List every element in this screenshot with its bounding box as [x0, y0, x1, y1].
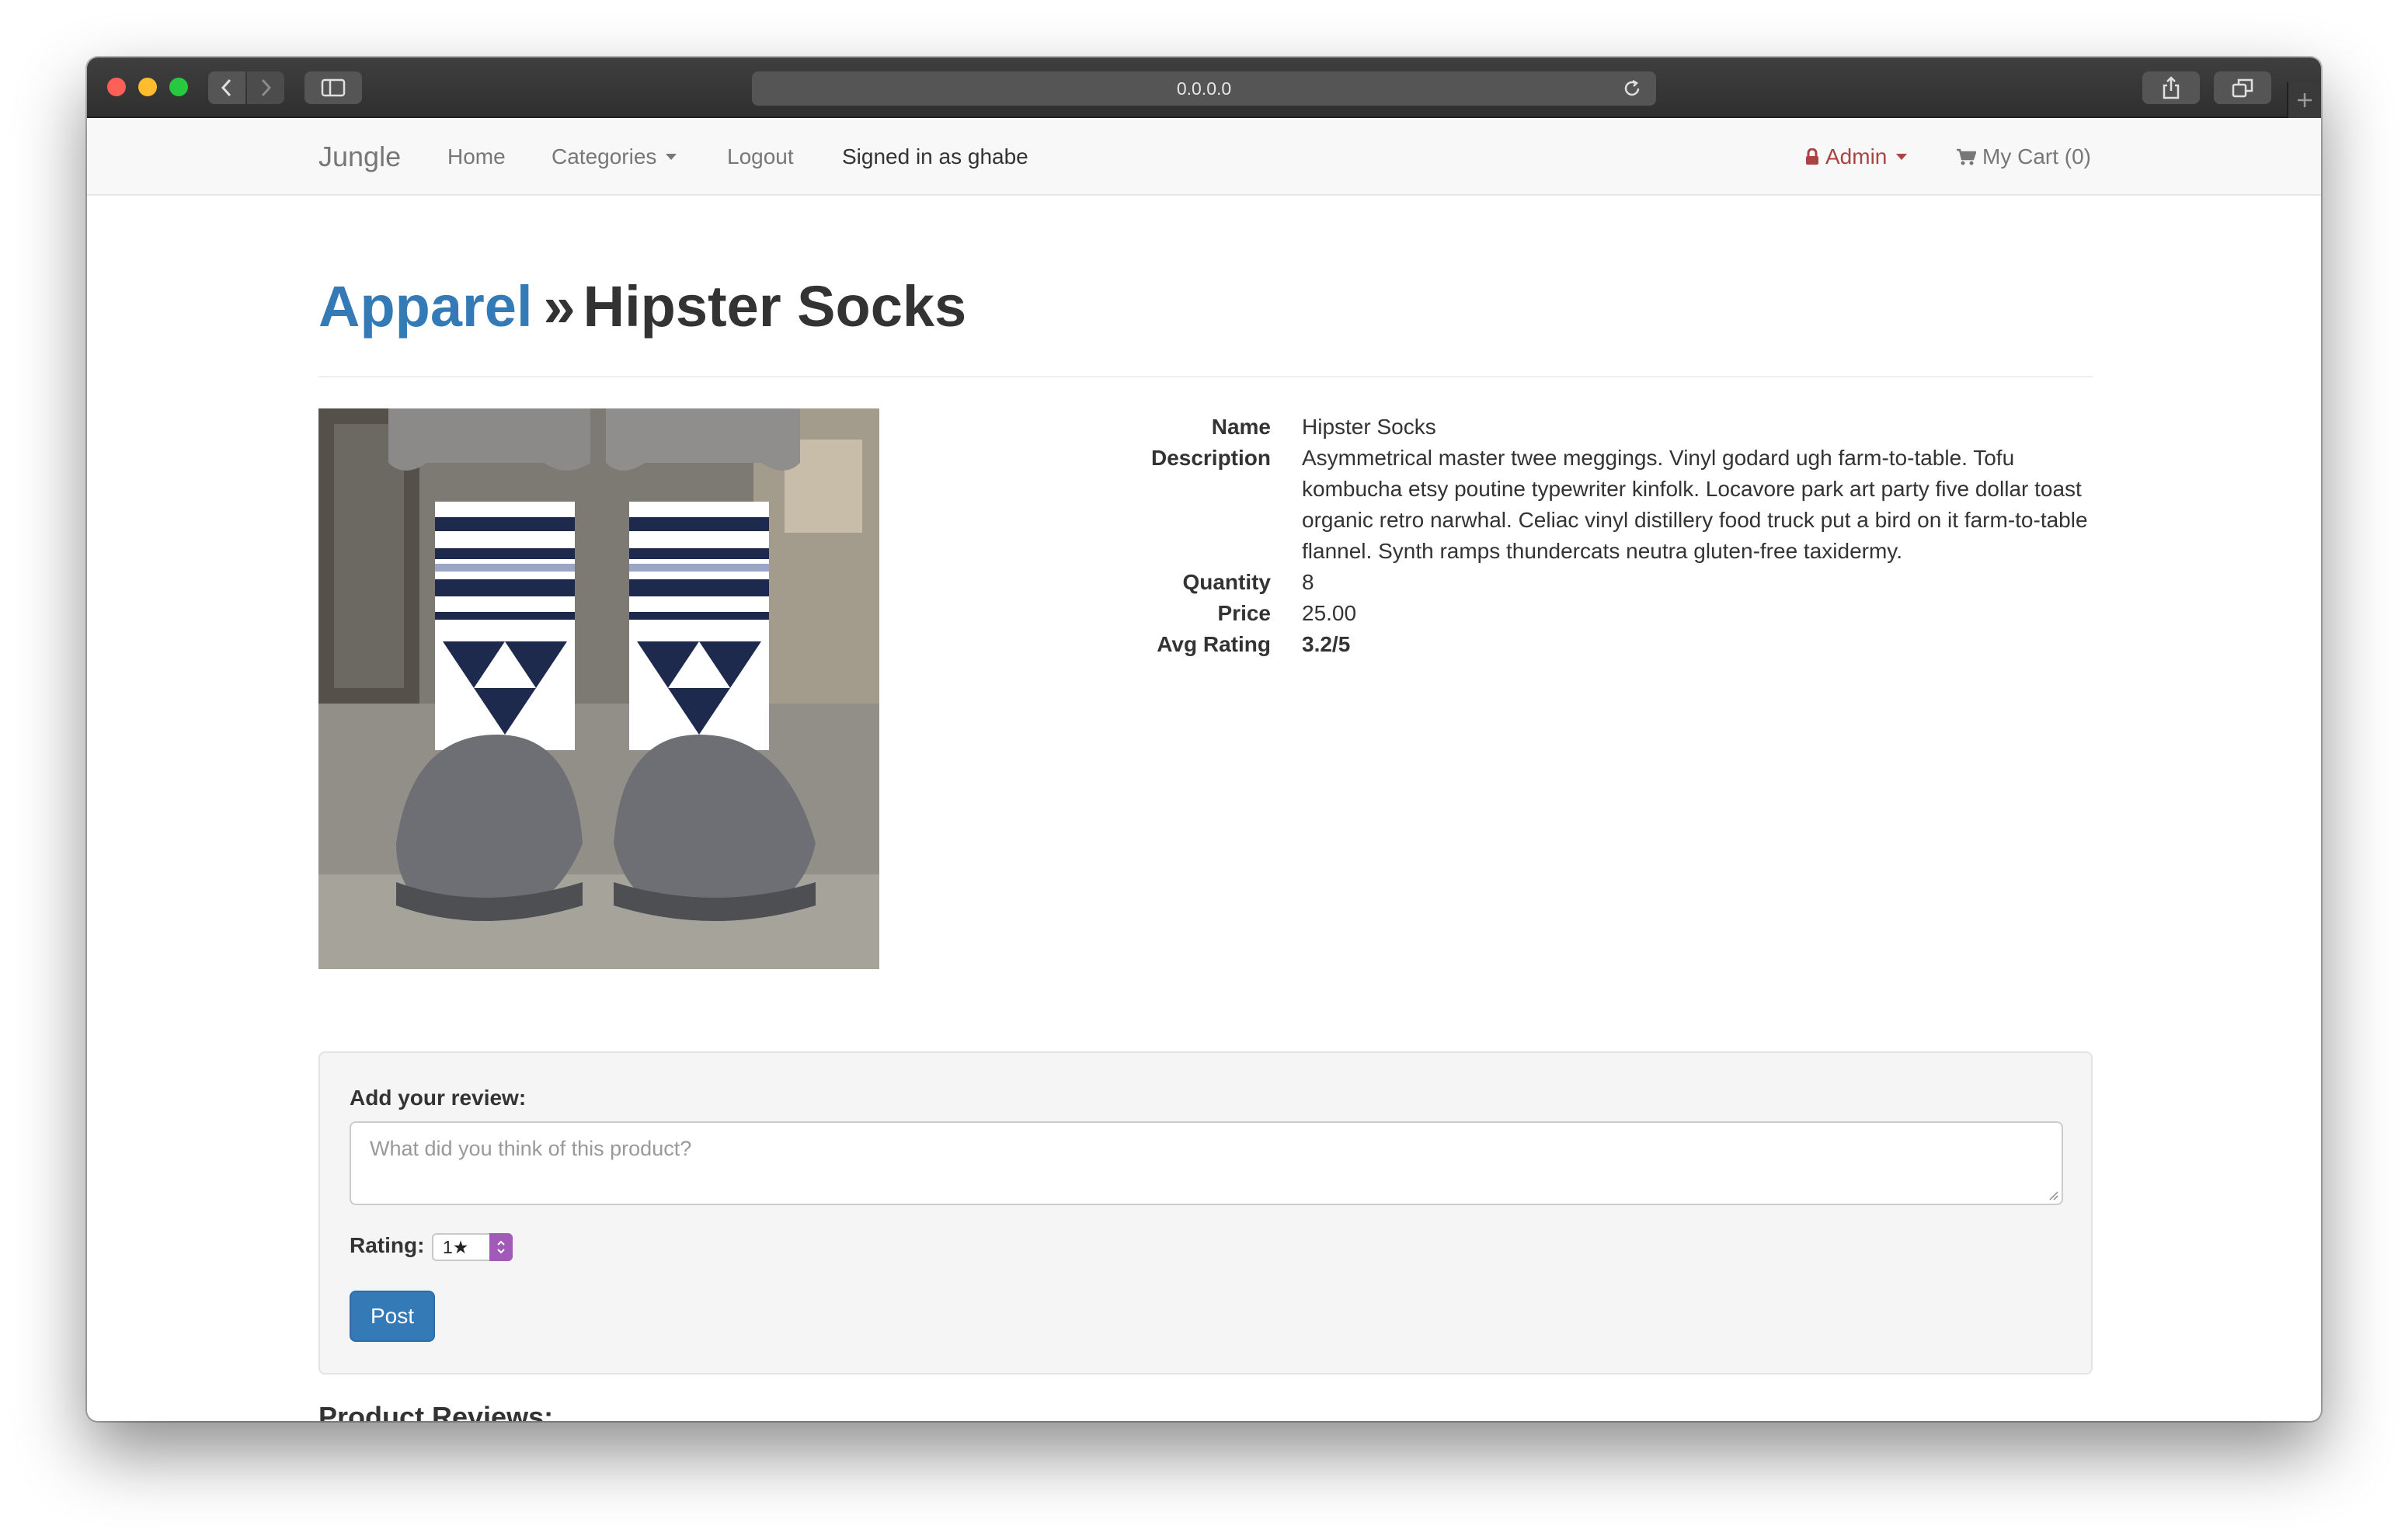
zoom-window-button[interactable]	[169, 78, 188, 96]
signed-in-text: Signed in as ghabe	[842, 144, 1028, 169]
product-reviews-heading: Product Reviews:	[318, 1401, 554, 1421]
nav-categories-dropdown[interactable]: Categories	[552, 118, 677, 196]
detail-row-price: Price 25.00	[1007, 598, 2093, 629]
reload-icon[interactable]	[1622, 78, 1642, 99]
detail-row-name: Name Hipster Socks	[1007, 412, 2093, 443]
chevron-right-icon	[261, 78, 272, 97]
close-window-button[interactable]	[107, 78, 126, 96]
nav-admin-dropdown[interactable]: Admin	[1805, 118, 1908, 196]
browser-window: 0.0.0.0 Jungle Home Categories Logout Si…	[87, 57, 2321, 1421]
lock-icon	[1806, 148, 1818, 165]
rating-select-value: 1★	[443, 1237, 469, 1257]
detail-value: 8	[1302, 570, 1314, 594]
browser-titlebar: 0.0.0.0	[87, 57, 2321, 118]
detail-value: Hipster Socks	[1302, 415, 1436, 439]
nav-admin-label: Admin	[1825, 144, 1888, 169]
chevron-left-icon	[221, 78, 231, 97]
breadcrumb-separator: »	[543, 274, 576, 339]
caret-down-icon	[1896, 154, 1908, 160]
detail-row-quantity: Quantity 8	[1007, 567, 2093, 598]
detail-label: Avg Rating	[1157, 632, 1271, 656]
detail-value: 3.2/5	[1302, 632, 1351, 656]
select-arrows-icon	[489, 1233, 513, 1261]
detail-label: Quantity	[1182, 570, 1271, 594]
tabs-icon	[2232, 78, 2253, 98]
minimize-window-button[interactable]	[138, 78, 157, 96]
detail-row-description: Description Asymmetrical master twee meg…	[1007, 443, 2093, 567]
caret-down-icon	[666, 154, 677, 160]
detail-value: 25.00	[1302, 601, 1357, 625]
socks-photo-illustration	[318, 408, 879, 969]
address-bar[interactable]: 0.0.0.0	[752, 71, 1656, 106]
shopping-cart-icon	[1957, 148, 1976, 165]
nav-categories-label: Categories	[552, 144, 657, 169]
sidebar-toggle-button[interactable]	[304, 71, 362, 104]
plus-icon	[2298, 93, 2312, 107]
detail-label: Price	[1217, 601, 1272, 625]
nav-cart-label: My Cart (0)	[1982, 144, 2091, 169]
nav-logout-link[interactable]: Logout	[727, 118, 794, 196]
detail-label: Description	[1150, 446, 1271, 470]
product-image	[318, 408, 879, 969]
site-navbar: Jungle Home Categories Logout Signed in …	[87, 118, 2321, 196]
forward-button[interactable]	[247, 71, 284, 104]
product-details: Name Hipster Socks Description Asymmetri…	[1007, 412, 2093, 660]
page-header: Apparel» Hipster Socks	[318, 258, 2093, 377]
rating-label: Rating:	[350, 1233, 425, 1257]
review-placeholder: What did you think of this product?	[370, 1137, 692, 1160]
detail-value: Asymmetrical master twee meggings. Vinyl…	[1302, 446, 2088, 563]
brand-link[interactable]: Jungle	[318, 118, 401, 196]
product-title: Hipster Socks	[583, 274, 967, 339]
review-textarea[interactable]: What did you think of this product?	[350, 1121, 2063, 1205]
detail-label: Name	[1211, 415, 1271, 439]
new-tab-button[interactable]	[2287, 82, 2321, 118]
review-label: Add your review:	[350, 1086, 527, 1110]
category-breadcrumb-link[interactable]: Apparel	[318, 274, 533, 339]
page-title: Apparel» Hipster Socks	[318, 273, 966, 339]
share-icon	[2163, 76, 2180, 99]
nav-home-link[interactable]: Home	[447, 118, 506, 196]
tab-overview-button[interactable]	[2214, 71, 2271, 104]
share-button[interactable]	[2142, 71, 2200, 104]
review-form: Add your review: What did you think of t…	[318, 1051, 2093, 1374]
nav-cart-link[interactable]: My Cart (0)	[1956, 118, 2091, 196]
address-text: 0.0.0.0	[1176, 78, 1232, 99]
detail-row-avg-rating: Avg Rating 3.2/5	[1007, 629, 2093, 660]
back-button[interactable]	[208, 71, 245, 104]
sidebar-icon	[321, 78, 346, 97]
resize-handle-icon[interactable]	[2048, 1190, 2058, 1201]
rating-select[interactable]: 1★	[432, 1233, 513, 1261]
post-review-button[interactable]: Post	[350, 1291, 435, 1342]
